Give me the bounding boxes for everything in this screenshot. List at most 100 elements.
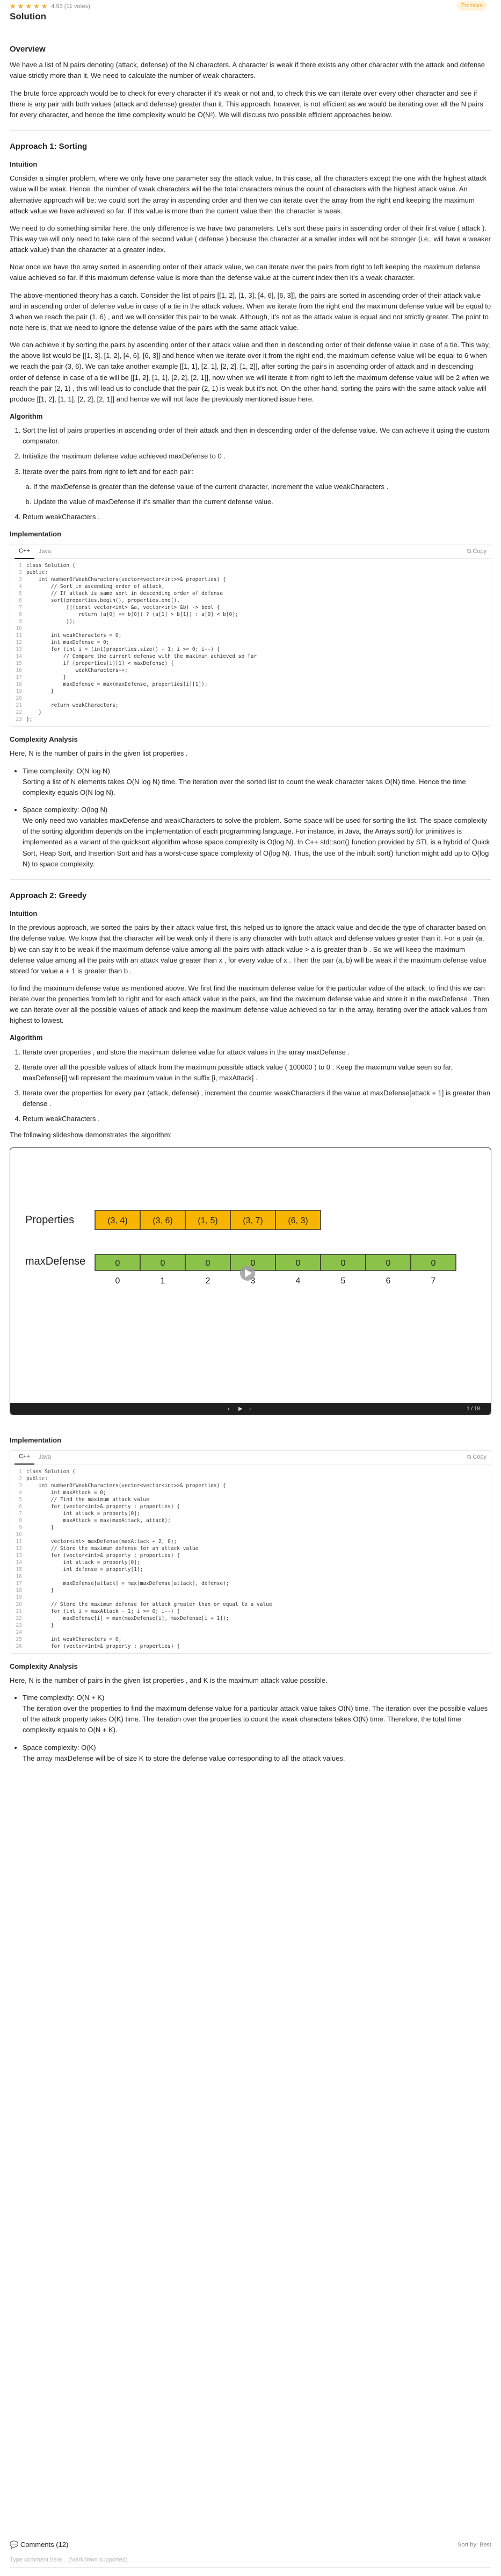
code-source[interactable]: class Solution {public: int numberOfWeak… — [26, 1468, 272, 1650]
slide-canvas: Properties (3, 4) (3, 6) (1, 5) (3, 7) (6, 3… — [25, 1209, 456, 1286]
sort-dropdown[interactable]: Sort by: Best — [458, 2541, 491, 2550]
copy-label: Copy — [473, 1454, 487, 1461]
copy-button[interactable]: ⧉ Copy — [467, 1453, 487, 1462]
next-slide-icon[interactable]: › — [249, 1405, 251, 1413]
code-line: for (int i = maxAttack - 1; i >= 0; i--)… — [26, 1608, 180, 1615]
line-number: 11 — [16, 1538, 22, 1545]
algorithm-step: Initialize the maximum defense value ach… — [23, 451, 491, 462]
property-value: (3, 4) — [107, 1216, 127, 1225]
line-number: 2 — [19, 570, 22, 576]
code-tabs: C++ Java ⧉ Copy — [10, 544, 491, 559]
line-numbers: 1 2 3 4 5 6 7 8 9 10 11 12 13 14 15 16 17 18 19 20 21 22 23 24 2… — [10, 1468, 26, 1650]
line-number: 17 — [16, 675, 22, 681]
properties-cells: (3, 4) (3, 6) (1, 5) (3, 7) (6, 3) — [95, 1209, 321, 1230]
line-number: 9 — [19, 619, 22, 625]
comments-header: 💬 Comments (12) Sort by: Best — [10, 2539, 491, 2550]
tab-java[interactable]: Java — [34, 1451, 55, 1464]
line-number: 10 — [16, 1531, 22, 1538]
code-line: int weakCharacters = 0; — [26, 1636, 122, 1642]
line-numbers: 1 2 3 4 5 6 7 8 9 10 11 12 13 14 15 16 17 18 19 20 21 22 23 — [10, 562, 26, 723]
space-complexity-text: The array maxDefense will be of size K t… — [23, 1754, 345, 1762]
algorithm-step: Sort the list of pairs properties in asc… — [23, 425, 491, 447]
code-line: int numberOfWeakCharacters(vector<vector… — [26, 577, 226, 583]
complexity-intro: Here, N is the number of pairs in the gi… — [10, 749, 188, 758]
line-number: 4 — [19, 1489, 22, 1496]
code-source[interactable]: class Solution {public: int numberOfWeak… — [26, 562, 257, 723]
code-line: int attack = property[0]; — [26, 1559, 140, 1566]
algorithm-slideshow: Properties (3, 4) (3, 6) (1, 5) (3, 7) (6, 3… — [10, 1147, 491, 1415]
algorithm-step: Return weakCharacters . — [23, 512, 491, 522]
line-number: 23 — [16, 716, 22, 723]
line-number: 3 — [19, 1482, 22, 1489]
algorithm-step: Iterate over the properties for every pa… — [23, 1088, 491, 1109]
code-line: for (vector<int>& property : properties)… — [26, 1552, 180, 1559]
play-button[interactable] — [240, 1265, 255, 1281]
line-number: 6 — [19, 598, 22, 604]
properties-label: Properties — [25, 1214, 74, 1226]
complexity-intro: Here, N is the number of pairs in the gi… — [10, 1676, 328, 1684]
line-number: 8 — [19, 612, 22, 618]
comment-input[interactable]: Type comment here... (Markdown supported… — [10, 2556, 491, 2568]
line-number: 9 — [19, 1524, 22, 1531]
solution-page: ★ ★ ★ ★ ★ 4.93 (11 votes) Premium Soluti… — [0, 0, 501, 2576]
line-number: 25 — [16, 1636, 22, 1642]
index-label: 7 — [431, 1276, 436, 1286]
algorithm-step: Iterate over the pairs from right to lef… — [23, 467, 491, 507]
tab-java[interactable]: Java — [34, 545, 55, 558]
slideshow-controls: ‹ ▶ › 1 / 18 — [10, 1402, 491, 1415]
rating-stars[interactable]: ★ ★ ★ ★ ★ 4.93 (11 votes) — [10, 1, 491, 12]
play-slides-icon[interactable]: ▶ — [238, 1405, 243, 1413]
code-line: } — [26, 1587, 54, 1594]
divider — [10, 130, 491, 131]
tab-cpp[interactable]: C++ — [14, 1450, 34, 1465]
implementation-heading: Implementation — [10, 530, 62, 539]
code-line: public: — [26, 570, 48, 576]
code-line: maxAttack = max(maxAttack, attack); — [26, 1517, 171, 1524]
space-complexity-text: We only need two variables maxDefense an… — [23, 816, 490, 868]
time-complexity-label: Time complexity: O(N + K) — [23, 1694, 105, 1702]
maxdefense-value: 0 — [341, 1259, 346, 1268]
line-number: 16 — [16, 668, 22, 674]
rating-text: 4.93 (11 votes) — [51, 3, 90, 10]
line-number: 3 — [19, 577, 22, 583]
line-number: 15 — [16, 1566, 22, 1573]
premium-badge: Premium — [456, 1, 487, 11]
code-line: // Compare the current defense with the … — [26, 654, 257, 660]
slide-counter: 1 / 18 — [466, 1405, 480, 1412]
code-line: int numberOfWeakCharacters(vector<vector… — [26, 1482, 226, 1489]
algorithm-heading: Algorithm — [10, 412, 43, 421]
copy-button[interactable]: ⧉ Copy — [467, 547, 487, 556]
comment-icon: 💬 — [10, 2541, 19, 2549]
overview-paragraph: The brute force approach would be to che… — [10, 89, 483, 119]
code-line: maxDefense[i] = max(maxDefense[i], maxDe… — [26, 1615, 229, 1621]
line-number: 12 — [16, 640, 22, 646]
rating-bar: ★ ★ ★ ★ ★ 4.93 (11 votes) Premium — [0, 0, 501, 17]
line-number: 19 — [16, 688, 22, 695]
algorithm-steps: Sort the list of pairs properties in asc… — [10, 425, 491, 522]
line-number: 5 — [19, 1496, 22, 1503]
line-number: 14 — [16, 1559, 22, 1566]
property-value: (1, 5) — [198, 1216, 217, 1225]
line-number: 14 — [16, 654, 22, 660]
code-line: class Solution { — [26, 1468, 76, 1475]
code-line: // Store the maximum defense for attack … — [26, 1601, 272, 1608]
code-tabs: C++ Java ⧉ Copy — [10, 1451, 491, 1465]
intuition-paragraph: We can achieve it by sorting the pairs b… — [10, 341, 490, 403]
tab-cpp[interactable]: C++ — [14, 544, 34, 559]
line-number: 6 — [19, 1503, 22, 1510]
line-number: 8 — [19, 1517, 22, 1524]
comments-section: 💬 Comments (12) Sort by: Best Type comme… — [10, 2539, 491, 2568]
comments-title: Comments (12) — [20, 2541, 69, 2549]
line-number: 22 — [16, 709, 22, 716]
code-line: int defense = property[1]; — [26, 1566, 143, 1573]
code-line: int attack = property[0]; — [26, 1510, 140, 1517]
complexity-list: Time complexity: O(N + K) The iteration … — [10, 1692, 491, 1764]
algorithm-substep: Update the value of maxDefense if it's s… — [33, 497, 491, 507]
complexity-heading: Complexity Analysis — [10, 1662, 78, 1670]
prev-slide-icon[interactable]: ‹ — [228, 1405, 229, 1413]
maxdefense-cells: 0001020304050607 — [95, 1253, 456, 1286]
algorithm-step-text: Iterate over the pairs from right to lef… — [23, 467, 193, 476]
